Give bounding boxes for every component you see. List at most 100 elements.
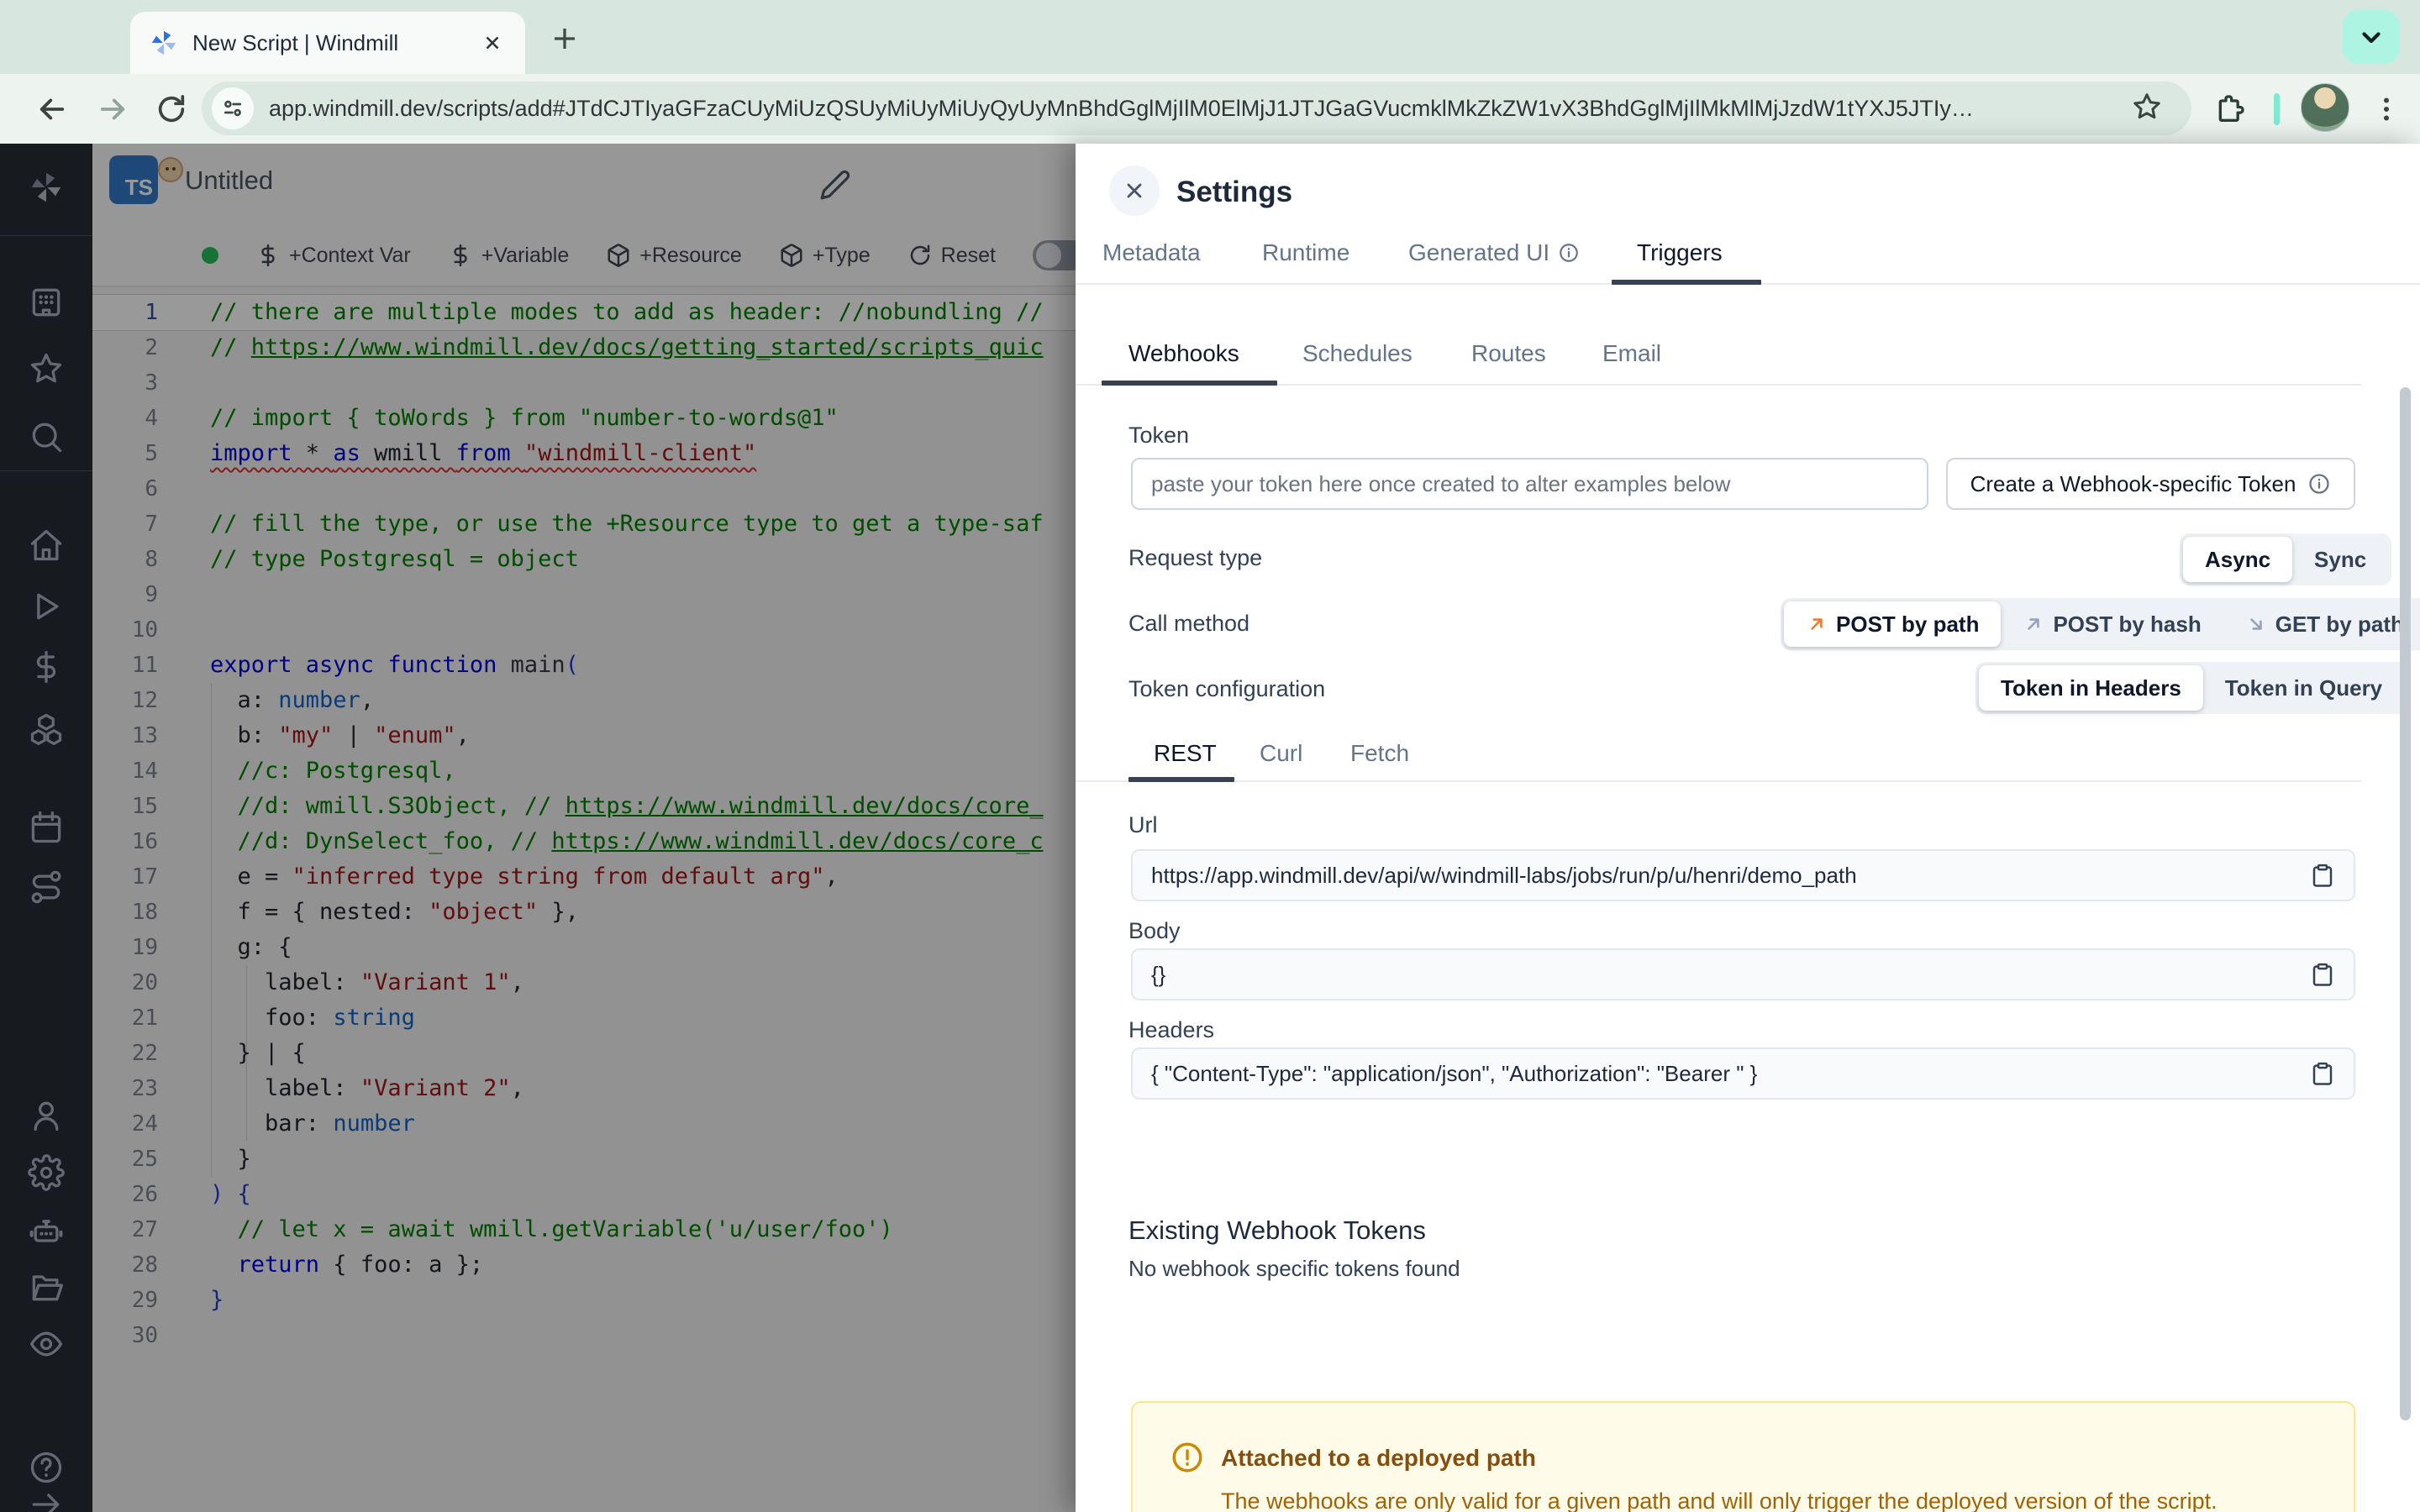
tab-metadata[interactable]: Metadata bbox=[1102, 239, 1201, 266]
sidebar-item-search[interactable] bbox=[28, 418, 65, 455]
sidebar-item-user[interactable] bbox=[28, 1097, 65, 1134]
sidebar-item-resources[interactable] bbox=[28, 710, 65, 747]
code-line[interactable]: 26) { bbox=[92, 1177, 1076, 1212]
toolbar-resource-button[interactable]: +Resource bbox=[606, 243, 742, 268]
code-line[interactable]: 1 // there are multiple modes to add as h… bbox=[92, 295, 1076, 330]
sidebar-item-routes[interactable] bbox=[28, 869, 65, 906]
toolbar-variable-button[interactable]: +Variable bbox=[448, 243, 569, 268]
tab-webhooks[interactable]: Webhooks bbox=[1128, 340, 1239, 367]
site-settings-icon[interactable] bbox=[212, 87, 254, 129]
code-line[interactable]: 28 return { foo: a }; bbox=[92, 1247, 1076, 1283]
tab-runtime[interactable]: Runtime bbox=[1262, 239, 1349, 266]
create-webhook-token-button[interactable]: Create a Webhook-specific Token bbox=[1946, 458, 2355, 510]
code-line[interactable]: 2 // https://www.windmill.dev/docs/gettin… bbox=[92, 330, 1076, 365]
sidebar-item-audit-logs[interactable] bbox=[28, 1326, 65, 1362]
profile-avatar[interactable] bbox=[2301, 83, 2349, 132]
code-line[interactable]: 21 foo: string bbox=[92, 1000, 1076, 1036]
sidebar-item-settings[interactable] bbox=[28, 1154, 65, 1191]
sidebar-item-variables[interactable] bbox=[28, 648, 65, 685]
option-async[interactable]: Async bbox=[2183, 537, 2293, 582]
code-line[interactable]: 25 } bbox=[92, 1142, 1076, 1177]
code-line[interactable]: 10 bbox=[92, 612, 1076, 648]
toolbar-reset-button[interactable]: Reset bbox=[908, 243, 996, 268]
sidebar-item-schedules[interactable] bbox=[28, 809, 65, 846]
code-line[interactable]: 24 bar: number bbox=[92, 1106, 1076, 1142]
tab-generated-ui[interactable]: Generated UI bbox=[1408, 239, 1580, 266]
sidebar-item-folders[interactable] bbox=[28, 1268, 65, 1305]
code-line[interactable]: 20 label: "Variant 1", bbox=[92, 965, 1076, 1000]
code-line[interactable]: 30 bbox=[92, 1318, 1076, 1353]
code-line[interactable]: 19 g: { bbox=[92, 930, 1076, 965]
line-number: 22 bbox=[131, 1041, 158, 1066]
workers-icon bbox=[29, 1220, 63, 1242]
sidebar-item-home[interactable] bbox=[28, 527, 65, 564]
code-line[interactable]: 5 import * as wmill from "windmill-client… bbox=[92, 436, 1076, 471]
option-token-in-headers[interactable]: Token in Headers bbox=[1979, 665, 2203, 711]
browser-tab[interactable]: New Script | Windmill bbox=[130, 12, 525, 74]
tab-email[interactable]: Email bbox=[1602, 340, 1661, 367]
copy-clipboard-icon[interactable] bbox=[2310, 863, 2335, 888]
copy-clipboard-icon[interactable] bbox=[2310, 962, 2335, 987]
toolbar-context-var-button[interactable]: +Context Var bbox=[255, 243, 411, 268]
drawer-close-button[interactable] bbox=[1109, 165, 1160, 216]
variables-icon bbox=[36, 650, 56, 684]
code-line[interactable]: 29} bbox=[92, 1283, 1076, 1318]
code-line[interactable]: 17 e = "inferred type string from defaul… bbox=[92, 859, 1076, 895]
tab-fetch[interactable]: Fetch bbox=[1350, 740, 1409, 767]
code-line[interactable]: 12 a: number, bbox=[92, 683, 1076, 718]
sidebar-item-help[interactable] bbox=[28, 1449, 65, 1486]
code-line[interactable]: 27 // let x = await wmill.getVariable('u… bbox=[92, 1212, 1076, 1247]
option-sync[interactable]: Sync bbox=[2292, 537, 2388, 582]
tab-close-icon[interactable] bbox=[478, 29, 507, 57]
code-line[interactable]: 6 bbox=[92, 471, 1076, 507]
copy-clipboard-icon[interactable] bbox=[2310, 1061, 2335, 1086]
tab-schedules[interactable]: Schedules bbox=[1302, 340, 1413, 367]
headers-field[interactable]: { "Content-Type": "application/json", "A… bbox=[1131, 1047, 2355, 1100]
sidebar-item-workspace[interactable] bbox=[28, 284, 65, 321]
back-button[interactable] bbox=[29, 86, 76, 133]
sidebar-item-windmill-logo[interactable] bbox=[28, 169, 65, 206]
code-line[interactable]: 7 // fill the type, or use the +Resource … bbox=[92, 507, 1076, 542]
url-bar[interactable]: app.windmill.dev/scripts/add#JTdCJTIyaGF… bbox=[202, 81, 2191, 135]
option-post-by-hash[interactable]: POST by hash bbox=[2001, 601, 2223, 647]
drawer-scrollbar[interactable] bbox=[2400, 387, 2411, 1420]
extensions-icon[interactable] bbox=[2207, 86, 2254, 133]
token-input[interactable]: paste your token here once created to al… bbox=[1131, 458, 1928, 510]
tab-list-chevron-button[interactable] bbox=[2343, 10, 2400, 64]
browser-tab-strip: New Script | Windmill bbox=[0, 0, 2420, 74]
bookmark-star-icon[interactable] bbox=[2131, 91, 2163, 127]
toolbar-type-button[interactable]: +Type bbox=[779, 243, 871, 268]
option-post-by-path[interactable]: POST by path bbox=[1784, 601, 2002, 647]
tab-rest[interactable]: REST bbox=[1154, 740, 1217, 767]
code-line[interactable]: 13 b: "my" | "enum", bbox=[92, 718, 1076, 753]
code-line[interactable]: 18 f = { nested: "object" }, bbox=[92, 895, 1076, 930]
code-line[interactable]: 14 //c: Postgresql, bbox=[92, 753, 1076, 789]
code-line[interactable]: 8 // type Postgresql = object bbox=[92, 542, 1076, 577]
option-token-in-query[interactable]: Token in Query bbox=[2203, 665, 2404, 711]
edit-pencil-icon[interactable] bbox=[819, 169, 851, 201]
code-line[interactable]: 22 } | { bbox=[92, 1036, 1076, 1071]
code-line[interactable]: 4 // import { toWords } from "number-to-w… bbox=[92, 401, 1076, 436]
diff-toggle[interactable] bbox=[1032, 240, 1076, 270]
sidebar-item-workers[interactable] bbox=[28, 1213, 65, 1250]
sidebar-item-favorites[interactable] bbox=[28, 350, 65, 387]
body-field[interactable]: {} bbox=[1131, 948, 2355, 1000]
sidebar-item-expand[interactable] bbox=[28, 1486, 65, 1512]
tab-curl[interactable]: Curl bbox=[1260, 740, 1302, 767]
tab-routes[interactable]: Routes bbox=[1471, 340, 1546, 367]
reload-button[interactable] bbox=[148, 86, 195, 133]
url-field[interactable]: https://app.windmill.dev/api/w/windmill-… bbox=[1131, 849, 2355, 901]
code-line[interactable]: 15 //d: wmill.S3Object, // https://www.w… bbox=[92, 789, 1076, 824]
tab-triggers[interactable]: Triggers bbox=[1637, 239, 1723, 266]
code-line[interactable]: 23 label: "Variant 2", bbox=[92, 1071, 1076, 1106]
browser-menu-icon[interactable] bbox=[2363, 86, 2410, 133]
code-line[interactable]: 3 bbox=[92, 365, 1076, 401]
new-tab-button[interactable] bbox=[544, 18, 585, 59]
code-line[interactable]: 9 bbox=[92, 577, 1076, 612]
code-line[interactable]: 16 //d: DynSelect_foo, // https://www.wi… bbox=[92, 824, 1076, 859]
option-get-by-path[interactable]: GET by path bbox=[2223, 601, 2420, 647]
code-line[interactable]: 11 export async function main( bbox=[92, 648, 1076, 683]
code-editor[interactable]: 1 // there are multiple modes to add as h… bbox=[92, 287, 1076, 1512]
sidebar-item-runs[interactable] bbox=[28, 588, 65, 625]
forward-button[interactable] bbox=[89, 86, 136, 133]
